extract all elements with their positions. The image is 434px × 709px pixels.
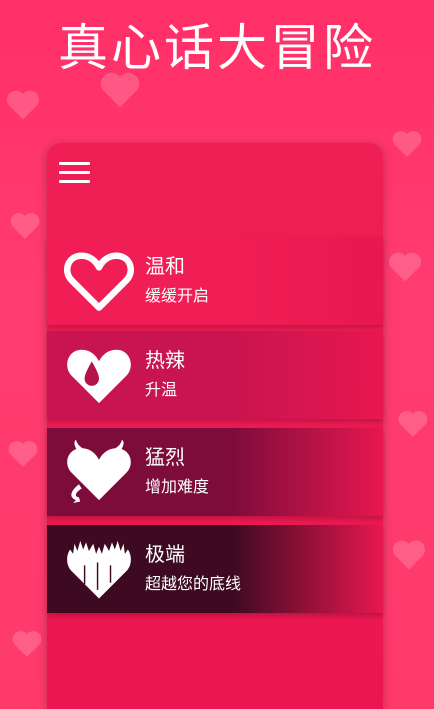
background-heart-icon — [392, 131, 422, 157]
level-description: 缓缓开启 — [145, 286, 210, 305]
background-heart-icon — [10, 213, 40, 239]
level-item-extreme[interactable]: 极端 超越您的底线 — [47, 525, 383, 613]
heart-outline-icon — [64, 252, 134, 311]
level-panel: 温和 缓缓开启 热辣 升温 猛烈 增加难度 极端 超越您的底线 — [47, 143, 383, 709]
level-name: 猛烈 — [145, 445, 185, 469]
level-item-intense[interactable]: 猛烈 增加难度 — [47, 428, 383, 516]
level-item-mild[interactable]: 温和 缓缓开启 — [47, 237, 383, 325]
level-name: 温和 — [145, 254, 185, 278]
flame-heart-icon — [67, 540, 131, 599]
background-heart-icon — [398, 411, 428, 437]
background-heart-icon — [8, 441, 38, 467]
level-name: 极端 — [145, 542, 185, 566]
background-heart-icon — [12, 631, 42, 657]
level-item-spicy[interactable]: 热辣 升温 — [47, 331, 383, 419]
background-heart-icon — [388, 252, 422, 282]
level-name: 热辣 — [145, 348, 185, 372]
hamburger-menu-icon[interactable] — [59, 162, 90, 184]
background-heart-icon — [6, 90, 40, 120]
app-title: 真心话大冒险 — [58, 19, 376, 77]
background-heart-icon — [392, 540, 426, 570]
heart-drop-icon — [67, 349, 131, 404]
devil-heart-icon — [67, 439, 131, 503]
level-description: 升温 — [145, 380, 178, 399]
level-description: 超越您的底线 — [145, 574, 242, 593]
level-description: 增加难度 — [145, 477, 210, 496]
